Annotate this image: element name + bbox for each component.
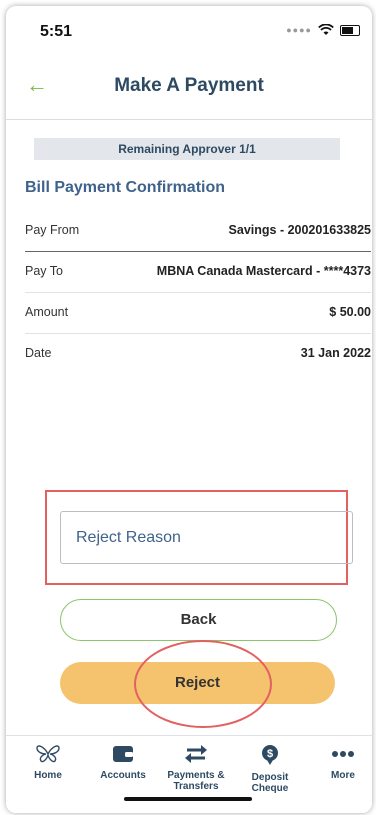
detail-value: Savings - 200201633825 bbox=[228, 223, 371, 237]
detail-row-pay-to: Pay To MBNA Canada Mastercard - ****4373 bbox=[25, 252, 371, 293]
signal-icon: ●●●● bbox=[286, 25, 312, 35]
page-title: Make A Payment bbox=[114, 75, 264, 96]
tab-label: Accounts bbox=[100, 770, 146, 781]
more-dots-icon bbox=[332, 751, 354, 757]
dollar-pin-icon: $ bbox=[262, 745, 278, 765]
status-bar: 5:51 ●●●● bbox=[6, 6, 372, 56]
detail-value: MBNA Canada Mastercard - ****4373 bbox=[156, 264, 371, 278]
section-title: Bill Payment Confirmation bbox=[25, 179, 226, 196]
detail-row-date: Date 31 Jan 2022 bbox=[25, 334, 371, 374]
phone-screen: 5:51 ●●●● ← Make A Payment Remaining App… bbox=[6, 6, 372, 813]
back-button[interactable]: Back bbox=[60, 599, 337, 641]
detail-label: Date bbox=[25, 346, 52, 360]
detail-row-amount: Amount $ 50.00 bbox=[25, 293, 371, 334]
reject-button[interactable]: Reject bbox=[60, 662, 335, 704]
wifi-icon bbox=[318, 24, 334, 35]
home-indicator bbox=[124, 797, 252, 801]
transfer-arrows-icon bbox=[185, 745, 207, 763]
status-time: 5:51 bbox=[40, 23, 73, 40]
tab-home[interactable]: Home bbox=[16, 744, 80, 781]
svg-text:$: $ bbox=[267, 748, 273, 760]
header-divider bbox=[6, 119, 372, 120]
detail-label: Amount bbox=[25, 305, 69, 319]
tab-label: Home bbox=[34, 770, 62, 781]
detail-value: $ 50.00 bbox=[329, 305, 371, 319]
tab-label: More bbox=[331, 770, 355, 781]
detail-row-pay-from: Pay From Savings - 200201633825 bbox=[25, 211, 371, 252]
tab-deposit-cheque[interactable]: $ Deposit Cheque bbox=[238, 744, 302, 794]
status-icons: ●●●● bbox=[286, 24, 360, 36]
tab-label: Deposit Cheque bbox=[251, 772, 289, 794]
detail-value: 31 Jan 2022 bbox=[300, 346, 371, 360]
tab-payments-transfers[interactable]: Payments & Transfers bbox=[164, 744, 228, 792]
wallet-icon bbox=[113, 746, 133, 762]
detail-label: Pay To bbox=[25, 264, 63, 278]
battery-icon bbox=[340, 24, 360, 36]
tab-accounts[interactable]: Accounts bbox=[91, 744, 155, 781]
butterfly-icon bbox=[36, 745, 60, 763]
header: ← Make A Payment bbox=[6, 62, 372, 112]
bottom-tab-bar: Home Accounts Payments & Transfers $ Dep… bbox=[6, 735, 372, 813]
reject-reason-input[interactable]: Reject Reason bbox=[60, 511, 353, 564]
tab-more[interactable]: More bbox=[311, 744, 372, 781]
approver-banner: Remaining Approver 1/1 bbox=[34, 138, 340, 160]
tab-label: Payments & Transfers bbox=[167, 770, 225, 792]
detail-label: Pay From bbox=[25, 223, 80, 237]
